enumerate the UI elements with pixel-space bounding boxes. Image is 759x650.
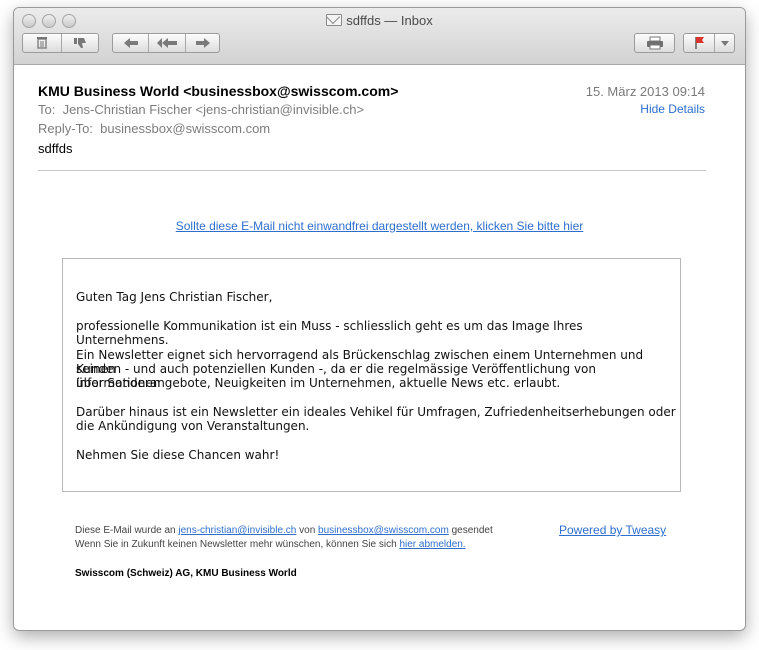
reply-forward-button-group [112,33,220,53]
window-title: sdffds — Inbox [14,13,745,28]
message-view: KMU Business World <businessbox@swisscom… [14,65,745,630]
reply-to-label: Reply-To: [38,121,93,136]
to-value: Jens-Christian Fischer <jens-christian@i… [62,102,365,117]
subject: sdffds [38,141,73,156]
printer-icon [647,36,663,50]
footer-line-1: Diese E-Mail wurde an jens-christian@inv… [75,525,493,536]
delete-button[interactable] [23,34,61,52]
paragraph-4: Nehmen Sie diese Chancen wahr! [76,448,280,462]
segment-divider [714,34,715,52]
footer-line-2: Wenn Sie in Zukunft keinen Newsletter me… [75,539,466,550]
titlebar: sdffds — Inbox [14,8,745,65]
paragraph-3-line-1: Darüber hinaus ist ein Newsletter ein id… [76,405,676,419]
trash-icon [37,37,47,49]
mail-window: sdffds — Inbox KMU Business World <busin… [14,8,745,630]
envelope-icon [326,14,343,26]
greeting: Guten Tag Jens Christian Fischer, [76,290,273,304]
to-line: To: Jens-Christian Fischer <jens-christi… [38,102,364,117]
chevron-down-icon[interactable] [721,41,729,47]
hide-details-link[interactable]: Hide Details [640,102,705,116]
delete-junk-button-group [22,33,99,53]
sender: KMU Business World <businessbox@swisscom… [38,83,399,99]
paragraph-3-line-2: die Ankündigung von Veranstaltungen. [76,419,310,433]
newsletter-body: Guten Tag Jens Christian Fischer, profes… [62,258,681,492]
company-name: Swisscom (Schweiz) AG, KMU Business Worl… [75,568,297,579]
flag-button[interactable] [683,33,735,53]
recipient-email-link[interactable]: jens-christian@invisible.ch [178,525,296,536]
forward-button[interactable] [186,34,220,52]
paragraph-1: professionelle Kommunikation ist ein Mus… [76,319,583,347]
header-divider [38,170,706,171]
reply-to-value: businessbox@swisscom.com [100,121,271,136]
reply-all-button[interactable] [149,34,185,52]
powered-by-link[interactable]: Powered by Tweasy [559,523,666,537]
thumbs-down-icon [74,38,86,48]
unsubscribe-link[interactable]: hier abmelden. [399,539,465,550]
flag-icon [695,37,704,49]
reply-arrow-icon [123,38,138,48]
junk-button[interactable] [62,34,98,52]
print-button[interactable] [634,33,675,53]
view-in-browser-link[interactable]: Sollte diese E-Mail nicht einwandfrei da… [14,219,745,233]
paragraph-2-line-3: über Sonderangebote, Neuigkeiten im Unte… [76,376,561,390]
reply-button[interactable] [113,34,148,52]
reply-all-arrow-icon [157,38,177,48]
to-label: To: [38,102,56,117]
reply-to-line: Reply-To: businessbox@swisscom.com [38,121,270,136]
sender-email-link[interactable]: businessbox@swisscom.com [318,525,449,536]
forward-arrow-icon [196,38,210,48]
message-date: 15. März 2013 09:14 [585,84,705,99]
